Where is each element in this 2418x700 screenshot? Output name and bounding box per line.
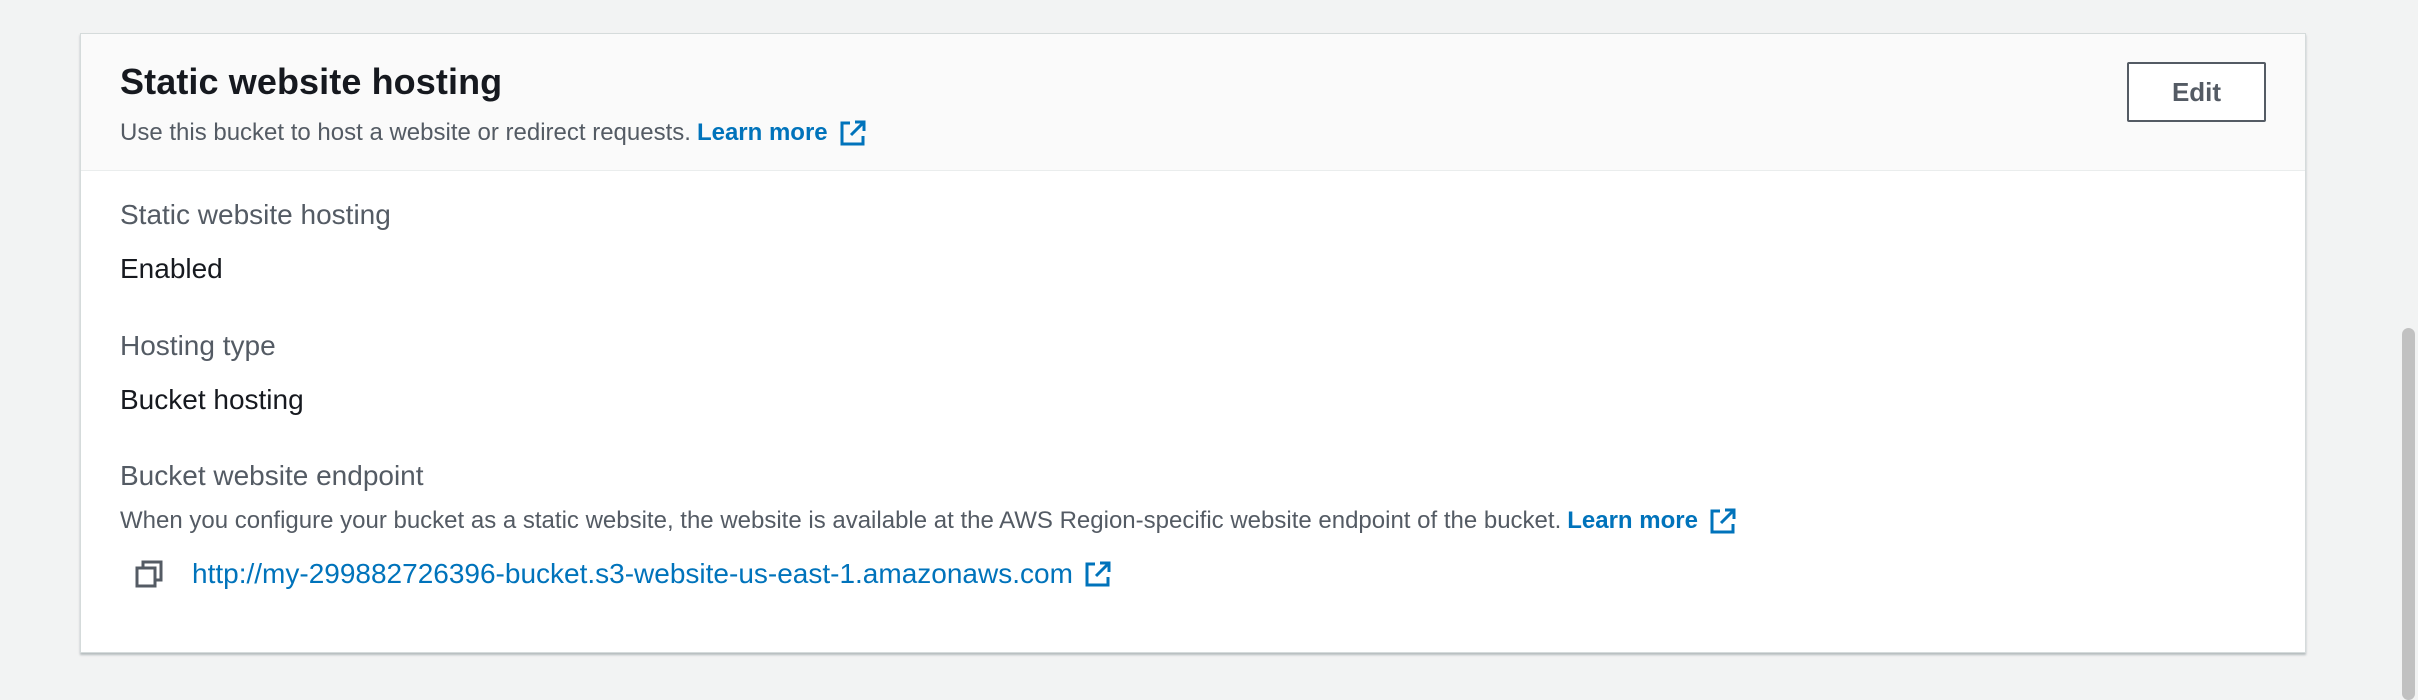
endpoint-description-text: When you configure your bucket as a stat… <box>120 507 1562 534</box>
panel-description: Use this bucket to host a website or red… <box>120 118 868 148</box>
field-value: Enabled <box>120 253 223 284</box>
field-label: Static website hosting <box>120 199 391 230</box>
copy-icon[interactable] <box>134 559 164 589</box>
hosting-type-field: Hosting type Bucket hosting <box>120 330 304 416</box>
edit-button[interactable]: Edit <box>2127 62 2266 122</box>
external-link-icon[interactable] <box>1708 506 1738 536</box>
vertical-scrollbar[interactable] <box>2398 0 2418 700</box>
endpoint-row: http://my-299882726396-bucket.s3-website… <box>134 558 1738 590</box>
page: Static website hosting Use this bucket t… <box>0 0 2418 700</box>
endpoint-learn-more-link[interactable]: Learn more <box>1567 507 1698 535</box>
panel-header: Static website hosting Use this bucket t… <box>81 34 2305 171</box>
learn-more-link[interactable]: Learn more <box>697 119 828 147</box>
field-label: Hosting type <box>120 330 276 361</box>
panel-title: Static website hosting <box>120 61 503 102</box>
endpoint-url-link[interactable]: http://my-299882726396-bucket.s3-website… <box>192 558 1073 590</box>
field-value: Bucket hosting <box>120 384 304 415</box>
external-link-icon[interactable] <box>1083 559 1113 589</box>
scrollbar-thumb[interactable] <box>2402 328 2415 700</box>
static-website-hosting-panel: Static website hosting Use this bucket t… <box>80 33 2306 653</box>
bucket-website-endpoint-field: Bucket website endpoint When you configu… <box>120 460 1738 590</box>
endpoint-description: When you configure your bucket as a stat… <box>120 506 1738 536</box>
external-link-icon[interactable] <box>838 118 868 148</box>
field-label: Bucket website endpoint <box>120 460 424 491</box>
panel-description-text: Use this bucket to host a website or red… <box>120 119 691 146</box>
static-website-hosting-field: Static website hosting Enabled <box>120 199 391 285</box>
